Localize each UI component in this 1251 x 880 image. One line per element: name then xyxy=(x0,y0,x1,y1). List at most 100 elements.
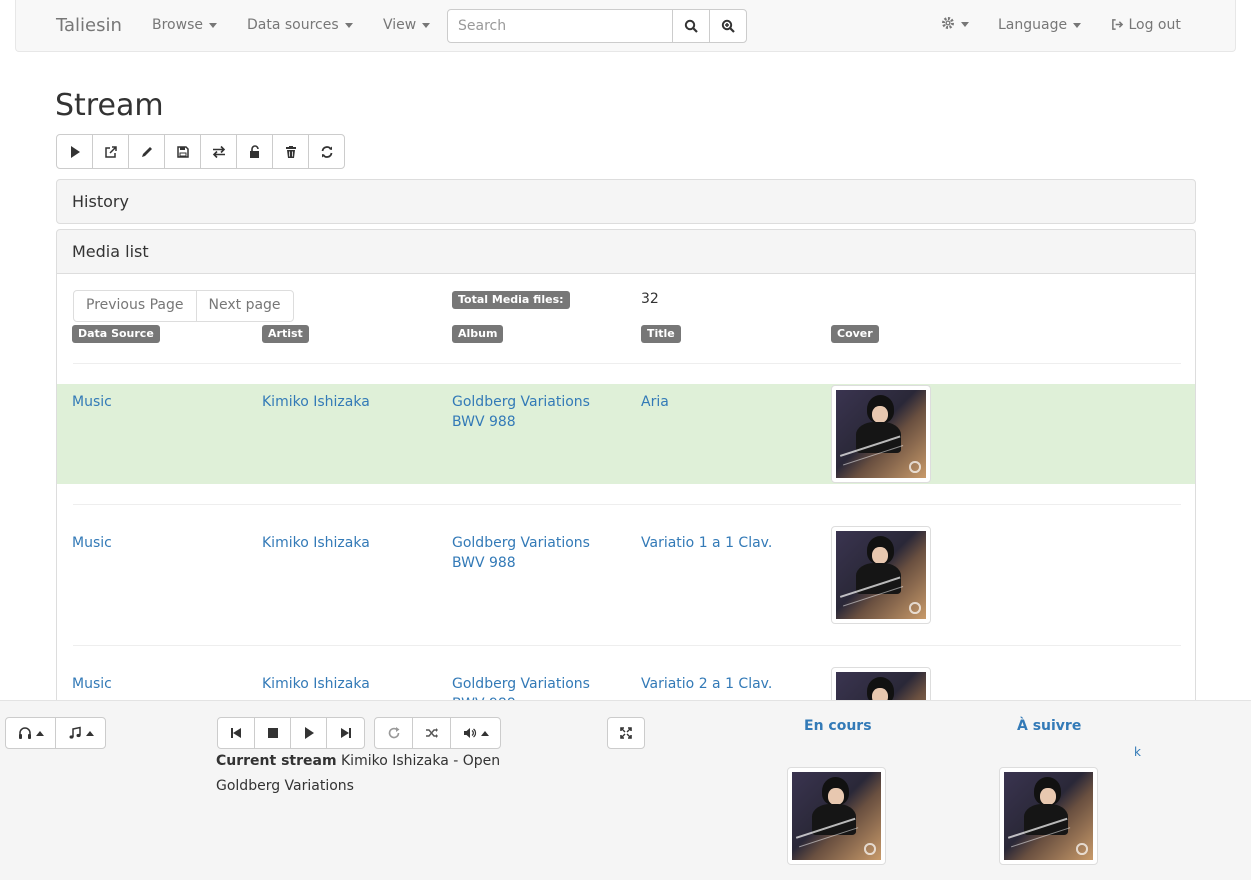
delete-stream-button[interactable] xyxy=(272,134,309,169)
play-icon xyxy=(304,727,314,739)
history-panel-heading[interactable]: History xyxy=(56,179,1196,224)
play-icon xyxy=(70,145,80,158)
step-forward-icon xyxy=(340,728,351,738)
album-link[interactable]: Goldberg Variations BWV 988 xyxy=(452,674,622,703)
album-cover-image xyxy=(836,672,926,703)
data-sources-label: Data sources xyxy=(247,17,339,33)
album-link[interactable]: Goldberg Variations BWV 988 xyxy=(452,533,622,573)
search-input[interactable] xyxy=(447,9,673,43)
artist-link[interactable]: Kimiko Ishizaka xyxy=(262,533,432,553)
caret-up-icon xyxy=(480,730,489,736)
total-media-label: Total Media files: xyxy=(452,291,570,309)
play-stream-button[interactable] xyxy=(56,134,93,169)
open-external-button[interactable] xyxy=(92,134,129,169)
album-cover-image xyxy=(836,390,926,478)
data-sources-dropdown[interactable]: Data sources xyxy=(247,17,353,33)
volume-dropdown[interactable] xyxy=(450,717,501,749)
data-source-link[interactable]: Music xyxy=(72,533,242,553)
now-playing-title: En cours xyxy=(804,718,872,734)
artist-link[interactable]: Kimiko Ishizaka xyxy=(262,674,432,694)
divider xyxy=(73,504,1181,505)
unlock-stream-button[interactable] xyxy=(236,134,273,169)
logout-link[interactable]: Log out xyxy=(1111,17,1181,33)
browse-label: Browse xyxy=(152,17,203,33)
album-cover-thumbnail[interactable] xyxy=(831,526,931,624)
album-cover-image xyxy=(836,531,926,619)
column-header-album: Album xyxy=(452,325,504,343)
reload-stream-button[interactable] xyxy=(308,134,345,169)
zoom-in-icon xyxy=(721,19,735,33)
album-cover-thumbnail[interactable] xyxy=(831,667,931,703)
audio-output-dropdown[interactable] xyxy=(5,717,56,749)
music-icon xyxy=(69,726,81,739)
current-stream-label: Current stream xyxy=(216,753,337,769)
browse-dropdown[interactable]: Browse xyxy=(152,17,217,33)
next-page-button[interactable]: Next page xyxy=(195,290,294,322)
data-source-link[interactable]: Music xyxy=(72,392,242,412)
caret-down-icon xyxy=(422,22,431,28)
save-stream-button[interactable] xyxy=(164,134,201,169)
search-button[interactable] xyxy=(672,9,710,43)
title-link[interactable]: Variatio 2 a 1 Clav. xyxy=(641,674,811,694)
column-header-title: Title xyxy=(641,325,681,343)
up-next-cover[interactable] xyxy=(999,767,1098,865)
shuffle-button[interactable] xyxy=(412,717,451,749)
data-source-link[interactable]: Music xyxy=(72,674,242,694)
exchange-icon xyxy=(212,145,225,158)
media-list-title: Media list xyxy=(72,242,149,261)
title-link[interactable]: Aria xyxy=(641,392,811,412)
table-row[interactable]: Music Kimiko Ishizaka Goldberg Variation… xyxy=(57,525,1195,625)
page-title: Stream xyxy=(55,88,164,123)
stop-icon xyxy=(267,728,278,738)
table-row[interactable]: Music Kimiko Ishizaka Goldberg Variation… xyxy=(57,384,1195,484)
media-list-panel-heading[interactable]: Media list xyxy=(56,229,1196,274)
next-track-button[interactable] xyxy=(326,717,365,749)
divider xyxy=(73,363,1181,364)
brand-link[interactable]: Taliesin xyxy=(56,15,122,36)
column-header-artist: Artist xyxy=(262,325,309,343)
repeat-button[interactable] xyxy=(374,717,413,749)
pager: Previous Page Next page xyxy=(73,290,294,322)
play-button[interactable] xyxy=(290,717,327,749)
unlock-icon xyxy=(249,144,259,158)
playback-controls xyxy=(217,717,365,749)
headphones-icon xyxy=(18,727,31,739)
title-link[interactable]: Variatio 1 a 1 Clav. xyxy=(641,533,811,553)
language-dropdown[interactable]: Language xyxy=(998,17,1082,33)
caret-down-icon xyxy=(344,22,353,28)
caret-down-icon xyxy=(961,21,969,27)
fullscreen-controls xyxy=(607,717,645,749)
mode-controls xyxy=(374,717,501,749)
total-media-count: 32 xyxy=(641,291,659,307)
advanced-search-button[interactable] xyxy=(709,9,747,43)
trash-icon xyxy=(285,145,296,158)
up-next-link[interactable]: k xyxy=(1134,745,1141,759)
stop-button[interactable] xyxy=(254,717,291,749)
artist-link[interactable]: Kimiko Ishizaka xyxy=(262,392,432,412)
volume-up-icon xyxy=(463,728,476,738)
previous-page-button[interactable]: Previous Page xyxy=(73,290,197,322)
album-cover-image xyxy=(792,772,881,860)
view-dropdown[interactable]: View xyxy=(383,17,431,33)
settings-dropdown[interactable] xyxy=(941,16,969,32)
table-row[interactable]: Music Kimiko Ishizaka Goldberg Variation… xyxy=(57,666,1195,703)
caret-up-icon xyxy=(35,730,44,736)
external-link-icon xyxy=(104,145,117,158)
previous-track-button[interactable] xyxy=(217,717,255,749)
history-title: History xyxy=(72,192,129,211)
now-playing-cover[interactable] xyxy=(787,767,886,865)
edit-stream-button[interactable] xyxy=(128,134,165,169)
switch-stream-button[interactable] xyxy=(200,134,237,169)
step-backward-icon xyxy=(231,728,241,738)
sign-out-icon xyxy=(1112,19,1124,30)
view-label: View xyxy=(383,17,417,33)
repeat-icon xyxy=(388,727,399,739)
media-list-panel-body: Previous Page Next page Total Media file… xyxy=(56,273,1196,703)
playlist-dropdown[interactable] xyxy=(55,717,106,749)
album-cover-thumbnail[interactable] xyxy=(831,385,931,483)
caret-down-icon xyxy=(208,22,217,28)
album-link[interactable]: Goldberg Variations BWV 988 xyxy=(452,392,622,432)
fullscreen-button[interactable] xyxy=(607,717,645,749)
top-navbar: Taliesin Browse Data sources View Langua… xyxy=(15,0,1236,52)
fullscreen-icon xyxy=(620,727,632,739)
